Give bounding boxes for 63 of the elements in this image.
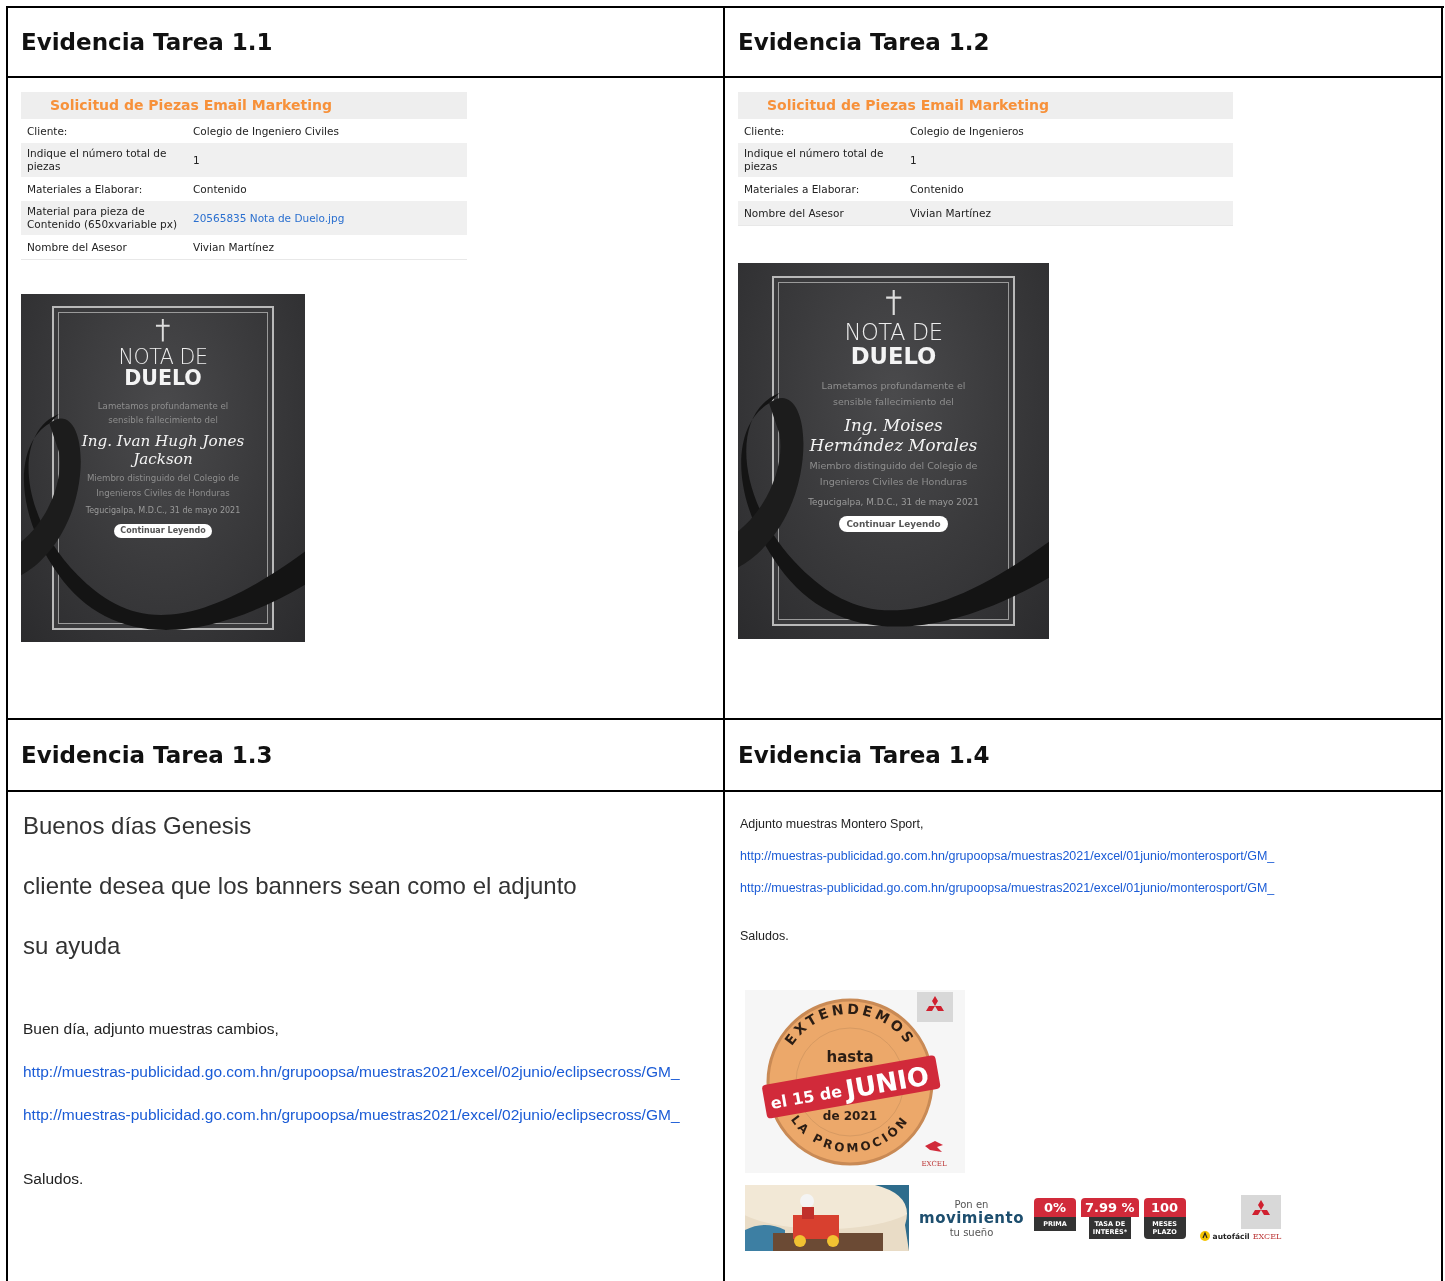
logo-icon (925, 1141, 943, 1152)
continue-reading-button[interactable]: Continuar Leyendo (839, 516, 948, 532)
field-label: Material para pieza de Contenido (650xvariable px) (27, 205, 178, 231)
card-title: NOTA DE (118, 346, 208, 369)
card-date: Tegucigalpa, M.D.C., 31 de mayo 2021 (85, 506, 241, 516)
continue-reading-button[interactable]: Continuar Leyendo (113, 523, 213, 538)
card-title: DUELO (124, 368, 202, 390)
field-label: Cliente: (744, 124, 786, 138)
offer-value: 100 (1143, 1197, 1186, 1217)
offer-value: 0% (1033, 1197, 1076, 1217)
field-label: Materiales a Elaborar: (744, 182, 861, 196)
logo-text: EXCEL (1252, 1231, 1282, 1241)
section-heading: Evidencia Tarea 1.4 (738, 742, 990, 768)
field-value: Contenido (910, 183, 965, 195)
card-date: Tegucigalpa, M.D.C., 31 de mayo 2021 (808, 496, 979, 507)
message-text: Saludos. (23, 1170, 84, 1188)
message-text: Buenos días Genesis (23, 812, 252, 840)
section-heading: Evidencia Tarea 1.2 (738, 29, 990, 55)
section-heading: Evidencia Tarea 1.3 (21, 742, 273, 768)
card-text: Lametamos profundamente el sensible fallecimiento del (820, 379, 967, 410)
form-title: Solicitud de Piezas Email Marketing (738, 92, 1233, 119)
field-value: 1 (193, 154, 201, 166)
promo-text: hasta (826, 1048, 874, 1066)
deceased-name: Ing. Ivan Hugh Jones Jackson (80, 431, 246, 469)
message-text: Saludos. (740, 928, 789, 944)
field-value: Vivian Martínez (910, 207, 992, 219)
card-text: Miembro distinguido del Colegio de Ingenieros Civiles de Honduras (85, 472, 241, 500)
file-link[interactable]: 20565835 Nota de Duelo.jpg (193, 212, 461, 224)
field-label: Indique el número total de piezas (744, 147, 885, 173)
card-text: Miembro distinguido del Colegio de Ingenieros Civiles de Honduras (808, 459, 979, 490)
message-text: cliente desea que los banners sean como el adjunto (23, 872, 577, 900)
message-text: su ayuda (23, 932, 121, 960)
field-label: Indique el número total de piezas (27, 147, 168, 173)
slogan-text: Pon en (954, 1198, 989, 1210)
logo-icon (1241, 1195, 1282, 1229)
card-title: NOTA DE (844, 320, 943, 345)
logo-icon (1199, 1231, 1210, 1241)
url-link[interactable]: http://muestras-publicidad.go.com.hn/grupoopsa/muestras2021/excel/01junio/monterosport/GM_ (740, 880, 1275, 896)
field-value: 1 (910, 154, 918, 166)
message-text: Adjunto muestras Montero Sport, (740, 816, 924, 832)
message-text: Buen día, adjunto muestras cambios, (23, 1020, 279, 1038)
card-text: Lametamos profundamente el sensible fallecimiento del (96, 399, 230, 428)
field-label: Nombre del Asesor (27, 240, 128, 254)
field-value: Colegio de Ingeniero Civiles (193, 125, 340, 137)
card-title: DUELO (850, 344, 937, 369)
section-heading: Evidencia Tarea 1.1 (21, 29, 273, 55)
cross-icon (883, 289, 904, 317)
url-link[interactable]: http://muestras-publicidad.go.com.hn/grupoopsa/muestras2021/excel/01junio/monterosport/GM_ (740, 848, 1275, 864)
field-value: Contenido (193, 183, 248, 195)
form-title: Solicitud de Piezas Email Marketing (21, 92, 467, 119)
field-value: Colegio de Ingenieros (910, 125, 1025, 137)
url-link[interactable]: http://muestras-publicidad.go.com.hn/grupoopsa/muestras2021/excel/02junio/eclipsecross/GM_ (23, 1106, 680, 1124)
field-label: Materiales a Elaborar: (27, 182, 144, 196)
cross-icon (154, 318, 172, 343)
field-value: Vivian Martínez (193, 241, 275, 253)
logo-icon (917, 992, 953, 1022)
field-label: Cliente: (27, 124, 69, 138)
url-link[interactable]: http://muestras-publicidad.go.com.hn/grupoopsa/muestras2021/excel/02junio/eclipsecross/GM_ (23, 1063, 680, 1081)
slogan-text: tu sueño (949, 1226, 994, 1238)
deceased-name: Ing. Moises Hernández Morales (808, 414, 979, 455)
offer-value: 7.99 % (1080, 1197, 1139, 1217)
slogan-headline: movimiento (919, 1209, 1024, 1227)
field-label: Nombre del Asesor (744, 206, 845, 220)
